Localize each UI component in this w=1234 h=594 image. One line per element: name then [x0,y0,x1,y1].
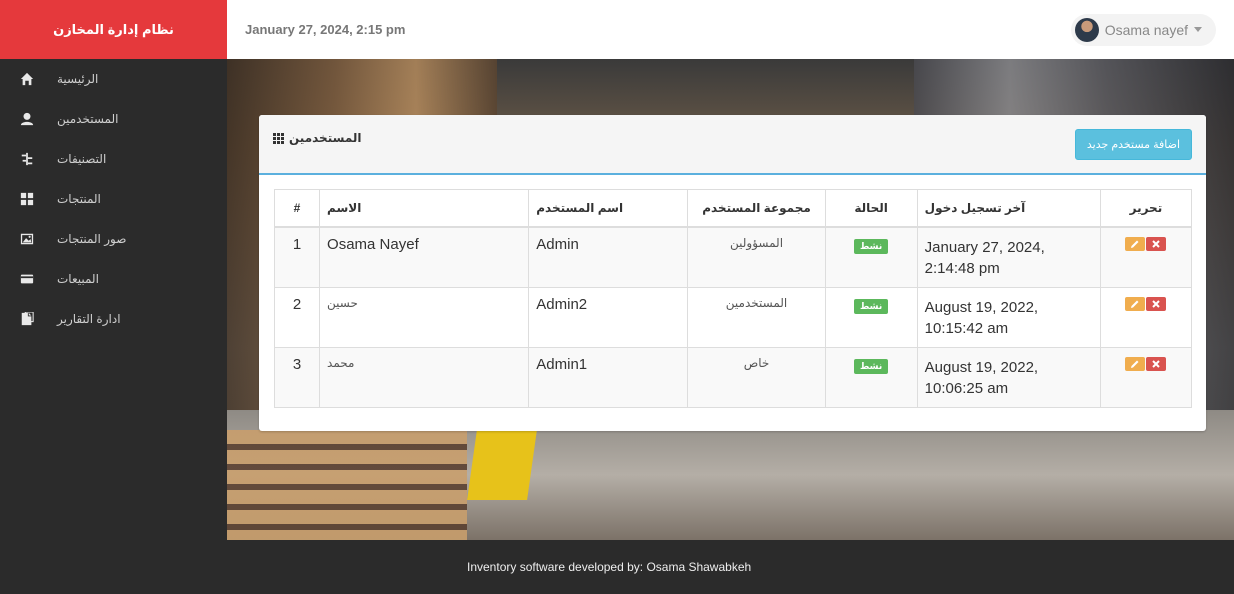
pencil-icon [1131,240,1139,248]
edit-button[interactable] [1125,296,1146,311]
status-badge: نشط [854,358,889,374]
row-username: Admin2 [528,286,689,348]
users-table: # الاسم اسم المستخدم مجموعة المستخدم الح… [273,189,1193,408]
last-login-date: January 27, 2024, [924,238,1045,256]
close-icon [1152,239,1161,248]
sidebar-item-product-images[interactable]: صور المنتجات [0,219,227,259]
row-status-cell: نشط [824,226,918,288]
column-header-name: الاسم [319,189,530,228]
column-header-status: الحالة [824,189,918,228]
sidebar-item-label: المنتجات [57,192,101,206]
edit-button[interactable] [1125,356,1146,371]
row-status-cell: نشط [824,286,918,348]
row-number: 2 [273,286,321,348]
sidebar-item-label: ادارة التقارير [57,312,121,326]
panel-heading: المستخدمين اضافة مستخدم جديد [259,115,1206,175]
user-menu[interactable]: Osama nayef [1070,13,1216,46]
table-row: 1 Osama Nayef Admin المسؤولين نشط Januar… [273,226,1193,288]
products-icon [19,192,35,206]
sidebar-item-reports[interactable]: ادارة التقارير [0,299,227,339]
table-row: 2 حسين Admin2 المستخدمين نشط August 19, … [273,286,1193,348]
delete-button[interactable] [1146,296,1167,311]
row-number: 3 [273,346,321,408]
sidebar-item-sales[interactable]: المبيعات [0,259,227,299]
row-number: 1 [273,226,321,288]
sidebar: نظام إدارة المخازن الرئيسية المستخدمين ا… [0,0,227,594]
sidebar-item-label: صور المنتجات [57,232,127,246]
status-badge: نشط [854,298,889,314]
sidebar-item-label: الرئيسية [57,72,99,86]
top-header: January 27, 2024, 2:15 pm Osama nayef [227,0,1234,59]
footer-text: Inventory software developed by: Osama S… [467,560,752,574]
home-icon [19,72,35,86]
row-status-cell: نشط [824,346,918,408]
categories-icon [19,152,35,166]
sidebar-nav: الرئيسية المستخدمين التصنيفات المنتجات ص… [0,59,227,339]
row-last-login: January 27, 2024, 2:14:48 pm [916,226,1101,288]
row-actions [1099,346,1193,408]
sidebar-item-products[interactable]: المنتجات [0,179,227,219]
grid-icon [273,132,284,144]
close-icon [1152,359,1161,368]
status-badge: نشط [854,238,889,254]
current-datetime: January 27, 2024, 2:15 pm [245,22,406,37]
row-actions [1099,226,1193,288]
row-group: المستخدمين [687,286,826,348]
column-header-group: مجموعة المستخدم [687,189,826,228]
reports-icon [19,312,35,326]
sidebar-item-categories[interactable]: التصنيفات [0,139,227,179]
last-login-time: 10:15:42 am [924,319,1009,337]
sidebar-item-label: التصنيفات [57,152,107,166]
column-header-last-login: آخر تسجيل دخول [916,189,1101,228]
sidebar-item-users[interactable]: المستخدمين [0,99,227,139]
row-name: Osama Nayef [319,226,530,288]
add-user-button[interactable]: اضافة مستخدم جديد [1074,129,1192,160]
column-header-username: اسم المستخدم [528,189,689,228]
row-name: محمد [319,346,530,408]
row-group: خاص [687,346,826,408]
sidebar-item-home[interactable]: الرئيسية [0,59,227,99]
app-brand[interactable]: نظام إدارة المخازن [0,0,227,59]
table-row: 3 محمد Admin1 خاص نشط August 19, 2022, 10… [273,346,1193,408]
avatar [1074,17,1099,42]
background-pallet [227,430,467,540]
user-name: Osama nayef [1104,21,1188,38]
row-username: Admin1 [528,346,689,408]
panel-title: المستخدمين [273,131,361,145]
column-header-number: # [273,189,321,228]
footer: Inventory software developed by: Osama S… [227,540,1234,594]
row-last-login: August 19, 2022, 10:15:42 am [916,286,1101,348]
row-last-login: August 19, 2022, 10:06:25 am [916,346,1101,408]
sidebar-item-label: المستخدمين [57,112,119,126]
image-icon [19,232,35,246]
last-login-date: August 19, 2022, [924,358,1039,376]
user-icon [19,112,35,126]
column-header-edit: تحرير [1099,189,1193,228]
row-actions [1099,286,1193,348]
last-login-time: 10:06:25 am [924,379,1009,397]
background-yellow-post [467,430,537,500]
delete-button[interactable] [1146,236,1167,251]
pencil-icon [1131,360,1139,368]
table-header-row: # الاسم اسم المستخدم مجموعة المستخدم الح… [273,189,1193,228]
chevron-down-icon [1194,27,1202,32]
delete-button[interactable] [1146,356,1167,371]
close-icon [1152,299,1161,308]
pencil-icon [1131,300,1139,308]
users-panel: المستخدمين اضافة مستخدم جديد # الاسم اسم… [259,115,1206,431]
row-name: حسين [319,286,530,348]
last-login-date: August 19, 2022, [924,298,1039,316]
panel-title-text: المستخدمين [289,131,362,145]
row-username: Admin [528,226,689,288]
edit-button[interactable] [1125,236,1146,251]
row-group: المسؤولين [687,226,826,288]
sales-icon [19,272,35,286]
sidebar-item-label: المبيعات [57,272,99,286]
last-login-time: 2:14:48 pm [924,259,1000,277]
